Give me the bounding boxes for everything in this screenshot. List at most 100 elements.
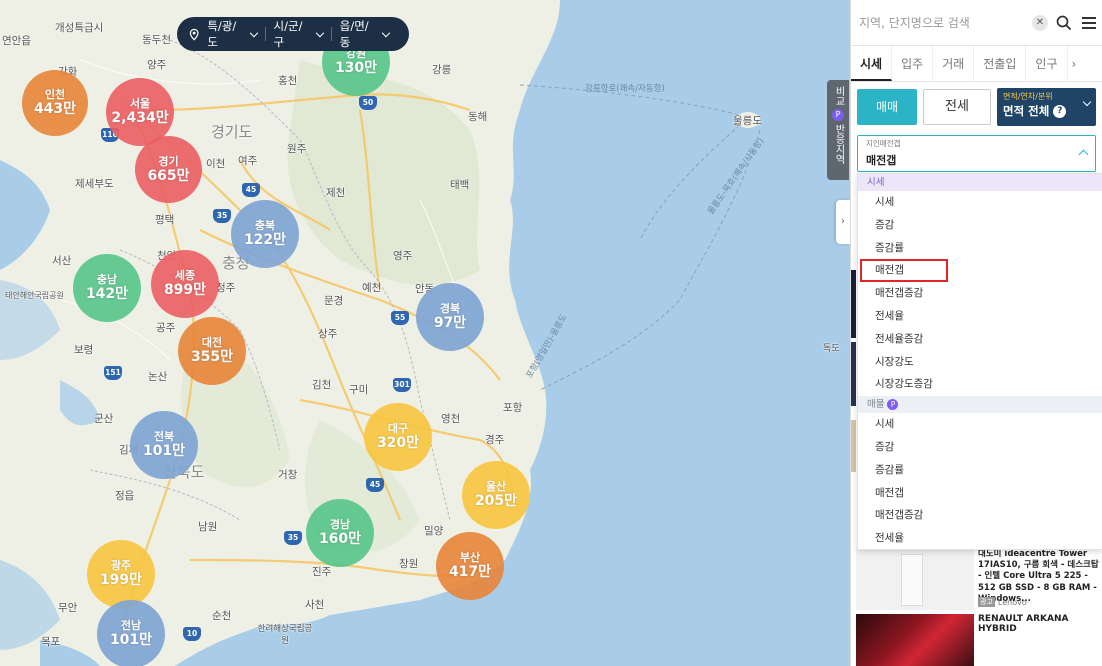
cluster-name: 전남: [120, 619, 142, 632]
place-label: 동해: [468, 111, 488, 123]
map-area[interactable]: 연안읍 개성특급시 동두천 양주 홍천 강릉 강화 동해 경기도 원주 이천 여…: [0, 0, 850, 666]
place-label: 밀양: [424, 525, 444, 537]
ad-image[interactable]: [856, 548, 974, 610]
option-jeonse-rate[interactable]: 전세율: [858, 527, 1102, 550]
pc-tower-image: [901, 554, 923, 606]
cluster-gyeongbuk[interactable]: 경북 97만: [416, 283, 484, 351]
p-badge-icon: P: [832, 109, 844, 121]
help-icon[interactable]: ?: [1053, 104, 1067, 118]
cluster-value: 417만: [448, 564, 492, 580]
search-input[interactable]: [859, 15, 1032, 30]
cluster-daejeon[interactable]: 대전 355만: [178, 317, 246, 385]
option-market-strength[interactable]: 시장강도: [858, 351, 1102, 374]
road-shield-icon: 151: [104, 366, 122, 380]
place-label: 평택: [155, 214, 175, 226]
sale-button[interactable]: 매매: [857, 89, 917, 125]
area-filter-value: 면적 전체: [1003, 104, 1050, 118]
cluster-name: 충남: [96, 273, 118, 286]
tab-more-icon[interactable]: ›: [1068, 46, 1081, 81]
road-shield-icon: 10: [183, 627, 201, 641]
cluster-name: 울산: [485, 480, 507, 493]
cluster-value: 130만: [334, 60, 378, 76]
cluster-gyeongnam[interactable]: 경남 160만: [306, 499, 374, 567]
compare-tab[interactable]: 비교 P 반응지역: [827, 80, 849, 180]
place-label: 동두천: [142, 34, 171, 46]
city-dropdown[interactable]: 시/군/구: [266, 18, 331, 50]
cluster-name: 경북: [439, 302, 461, 315]
search-icon[interactable]: [1056, 15, 1072, 31]
jeonse-button[interactable]: 전세: [923, 89, 991, 125]
place-label: 제천: [326, 187, 346, 199]
compare-label: 비교: [833, 86, 844, 106]
cluster-gwangju[interactable]: 광주 199만: [87, 540, 155, 608]
search-bar: ✕: [851, 0, 1102, 46]
cluster-sejong[interactable]: 세종 899만: [151, 250, 219, 318]
panel-toggle-button[interactable]: ›: [836, 200, 850, 244]
place-label: 상주: [318, 328, 338, 340]
clear-icon[interactable]: ✕: [1032, 14, 1048, 31]
ad-strip: [851, 270, 856, 338]
option-change[interactable]: 증감: [858, 214, 1102, 237]
road-shield-icon: 35: [213, 209, 231, 223]
cluster-value: 199만: [99, 572, 143, 588]
road-shield-icon: 45: [242, 183, 260, 197]
group-label: 시세: [867, 177, 885, 188]
cluster-jeonnam[interactable]: 전남 101만: [97, 600, 165, 666]
city-label: 시/군/구: [273, 19, 303, 49]
chevron-right-icon: ›: [841, 216, 845, 227]
cluster-ulsan[interactable]: 울산 205만: [462, 461, 530, 529]
place-label: 포항: [503, 402, 523, 414]
place-label: 정읍: [115, 490, 135, 502]
town-dropdown[interactable]: 읍/면/동: [332, 18, 397, 50]
place-label: 공주: [156, 322, 176, 334]
option-change[interactable]: 증감: [858, 436, 1102, 459]
cluster-value: 355만: [190, 349, 234, 365]
cluster-busan[interactable]: 부산 417만: [436, 532, 504, 600]
option-price[interactable]: 시세: [858, 413, 1102, 436]
menu-icon[interactable]: [1082, 14, 1096, 32]
cluster-jeonbuk[interactable]: 전북 101만: [130, 411, 198, 479]
place-label: 태안해안국립공원: [5, 291, 64, 300]
ad-image-car[interactable]: [856, 614, 974, 666]
cluster-name: 전북: [153, 430, 175, 443]
cluster-value: 97만: [433, 315, 467, 331]
option-price[interactable]: 시세: [858, 191, 1102, 214]
cluster-name: 대구: [387, 422, 409, 435]
cluster-gyeonggi[interactable]: 경기 665만: [135, 136, 202, 203]
road-shield-icon: 50: [359, 96, 377, 110]
p-badge-icon: P: [887, 399, 899, 411]
option-change-rate[interactable]: 증감률: [858, 237, 1102, 260]
place-label: 영천: [441, 413, 461, 425]
cluster-chungnam[interactable]: 충남 142만: [73, 254, 141, 322]
option-change-rate[interactable]: 증감률: [858, 459, 1102, 482]
place-label: 태백: [450, 179, 470, 191]
option-sale-jeonse-gap[interactable]: 매전갭: [860, 259, 948, 283]
area-filter-dropdown[interactable]: 면적/연차/분위 면적 전체?: [997, 88, 1096, 126]
option-gap-change[interactable]: 매전갭증감: [858, 504, 1102, 527]
cluster-chungbuk[interactable]: 충북 122만: [231, 200, 299, 268]
ad-strip: [851, 420, 856, 472]
province-dropdown[interactable]: 특/광/도: [199, 18, 264, 50]
option-sale-jeonse-gap[interactable]: 매전갭: [858, 482, 1102, 505]
tab-trade[interactable]: 거래: [933, 46, 975, 81]
tab-population[interactable]: 인구: [1026, 46, 1068, 81]
cluster-incheon[interactable]: 인천 443만: [22, 70, 88, 136]
ad-badge: 광고 Lenovo: [978, 597, 1027, 607]
option-jeonse-rate[interactable]: 전세율: [858, 305, 1102, 328]
road-shield-icon: 301: [393, 378, 411, 392]
place-label: 이천: [206, 158, 226, 170]
metric-select-value: 매전갭: [866, 154, 897, 167]
tab-migration[interactable]: 전출입: [974, 46, 1027, 81]
metric-select[interactable]: 지인매전갭 매전갭: [857, 135, 1096, 172]
tab-movein[interactable]: 입주: [892, 46, 934, 81]
cluster-value: 665만: [147, 167, 190, 184]
tab-price[interactable]: 시세: [851, 46, 893, 81]
option-jeonse-rate-change[interactable]: 전세율증감: [858, 328, 1102, 351]
road-shield-icon: 35: [284, 531, 302, 545]
ad-strip: [851, 342, 856, 406]
option-market-strength-change[interactable]: 시장강도증감: [858, 373, 1102, 396]
place-label: 서산: [52, 255, 72, 267]
option-gap-change[interactable]: 매전갭증감: [858, 282, 1102, 305]
ad-title[interactable]: RENAULT ARKANA HYBRID: [978, 614, 1102, 634]
cluster-daegu[interactable]: 대구 320만: [364, 403, 432, 471]
